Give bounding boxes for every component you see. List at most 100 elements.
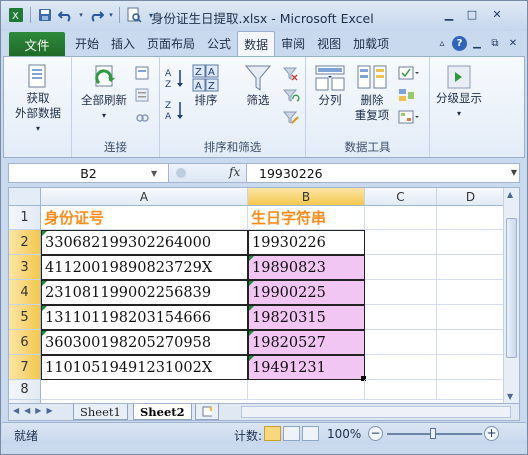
excel-app-icon[interactable]: X [7,6,25,24]
save-icon[interactable] [36,6,54,24]
properties-icon[interactable] [134,87,152,103]
doc-restore-icon[interactable]: ⧉ [487,35,503,51]
help-icon[interactable]: ? [452,35,467,51]
sheet-nav-arrows-icon[interactable]: ◀◀▶▶ [13,406,58,415]
cell-d8[interactable] [437,380,505,400]
refresh-all-button[interactable]: 全部刷新 ▾ [76,63,132,123]
cell-a3[interactable]: 41120019890823729X [41,255,248,280]
cell-b7[interactable]: 19491231 [248,355,365,380]
maximize-icon[interactable]: □ [461,5,483,23]
sort-a-to-z-icon[interactable]: AZ [165,67,185,89]
consolidate-icon[interactable] [398,87,416,103]
edit-links-icon[interactable] [134,109,152,125]
cell-b4[interactable]: 19900225 [248,280,365,305]
cell-c5[interactable] [365,305,437,330]
cell-a5[interactable]: 131101198203154666 [41,305,248,330]
minimize-icon[interactable]: ▁ [438,5,460,23]
what-if-analysis-icon[interactable] [398,109,420,125]
cell-d2[interactable] [437,230,505,255]
sheet-tab-sheet1[interactable]: Sheet1 [73,404,128,420]
remove-duplicates-button[interactable]: 删除 重复项 [352,63,392,123]
collapse-ribbon-icon[interactable]: ▵ [434,35,450,51]
cell-a8[interactable] [41,380,248,400]
undo-icon[interactable] [57,6,75,24]
cell-b3[interactable]: 19890823 [248,255,365,280]
cell-c4[interactable] [365,280,437,305]
expand-formula-bar-icon[interactable]: ▼ [511,168,517,177]
data-validation-icon[interactable] [398,65,420,81]
cell-a1[interactable]: 身份证号 [41,206,248,230]
zoom-in-icon[interactable]: + [484,426,499,441]
cell-d6[interactable] [437,330,505,355]
vertical-scroll-thumb[interactable] [506,218,517,358]
cell-b6[interactable]: 19820527 [248,330,365,355]
zoom-slider-thumb[interactable] [430,428,436,439]
column-header-a[interactable]: A [41,188,248,206]
cell-c6[interactable] [365,330,437,355]
cell-b1[interactable]: 生日字符串 [248,206,365,230]
row-header-3[interactable]: 3 [9,255,41,280]
doc-minimize-icon[interactable]: ▁ [469,35,485,51]
cell-b8[interactable] [248,380,365,400]
tab-file[interactable]: 文件 [9,32,65,56]
cell-b5[interactable]: 19820315 [248,305,365,330]
row-header-8[interactable]: 8 [9,380,41,400]
undo-dropdown-icon[interactable]: ▾ [78,6,84,24]
filter-button[interactable]: 筛选 [238,63,278,108]
get-external-data-button[interactable]: 获取 外部数据 ▾ [12,63,64,136]
advanced-filter-icon[interactable] [282,109,300,125]
tab-addins[interactable]: 加载项 [347,31,395,56]
formula-input[interactable]: 19930226 [259,166,323,181]
insert-sheet-icon[interactable] [195,404,219,420]
close-icon[interactable]: ✕ [484,5,510,23]
name-box-dropdown-icon[interactable]: ▼ [151,169,157,178]
horizontal-scrollbar[interactable] [241,406,511,418]
row-header-2[interactable]: 2 [9,230,41,255]
normal-view-icon[interactable] [264,426,281,441]
cell-a7[interactable]: 11010519491231002X [41,355,248,380]
redo-dropdown-icon[interactable]: ▾ [108,6,114,24]
row-header-1[interactable]: 1 [9,206,41,230]
sort-z-to-a-icon[interactable]: ZA [165,99,185,121]
cell-c3[interactable] [365,255,437,280]
reapply-icon[interactable] [282,87,300,103]
cell-a2[interactable]: 330682199302264000 [41,230,248,255]
cell-d7[interactable] [437,355,505,380]
vertical-scrollbar[interactable]: ▲ ▼ [503,188,519,403]
zoom-out-icon[interactable]: − [368,426,383,441]
connections-icon[interactable] [134,65,152,81]
page-break-view-icon[interactable] [302,426,319,441]
outline-button[interactable]: 分级显示 ▾ [430,63,488,121]
cell-d1[interactable] [437,206,505,230]
select-all-corner[interactable] [9,188,41,206]
zoom-level[interactable]: 100% [327,427,361,441]
tab-insert[interactable]: 插入 [105,31,141,56]
redo-icon[interactable] [87,6,105,24]
cell-d3[interactable] [437,255,505,280]
cell-b2-active[interactable]: 19930226 [248,230,365,255]
sort-button[interactable]: ZAAZ 排序 [188,63,224,108]
name-box[interactable]: B2 [9,164,169,182]
column-header-b[interactable]: B [248,188,365,206]
row-header-4[interactable]: 4 [9,280,41,305]
cell-c8[interactable] [365,380,437,400]
cell-c1[interactable] [365,206,437,230]
sheet-tab-sheet2[interactable]: Sheet2 [133,404,192,420]
collapse-icon[interactable] [175,167,187,179]
cell-a4[interactable]: 231081199002256839 [41,280,248,305]
doc-close-icon[interactable]: ✕ [505,35,521,51]
cell-d5[interactable] [437,305,505,330]
column-header-c[interactable]: C [365,188,437,206]
cell-c7[interactable] [365,355,437,380]
tab-data[interactable]: 数据 [237,31,276,56]
tab-page-layout[interactable]: 页面布局 [141,31,201,56]
row-header-6[interactable]: 6 [9,330,41,355]
row-header-7[interactable]: 7 [9,355,41,380]
tab-home[interactable]: 开始 [69,31,105,56]
clear-filter-icon[interactable] [282,65,300,81]
insert-function-icon[interactable]: fx [229,165,240,179]
tab-formulas[interactable]: 公式 [201,31,237,56]
print-preview-icon[interactable] [125,6,143,24]
scroll-up-icon[interactable]: ▲ [507,190,513,199]
scroll-down-icon[interactable]: ▼ [507,392,513,401]
